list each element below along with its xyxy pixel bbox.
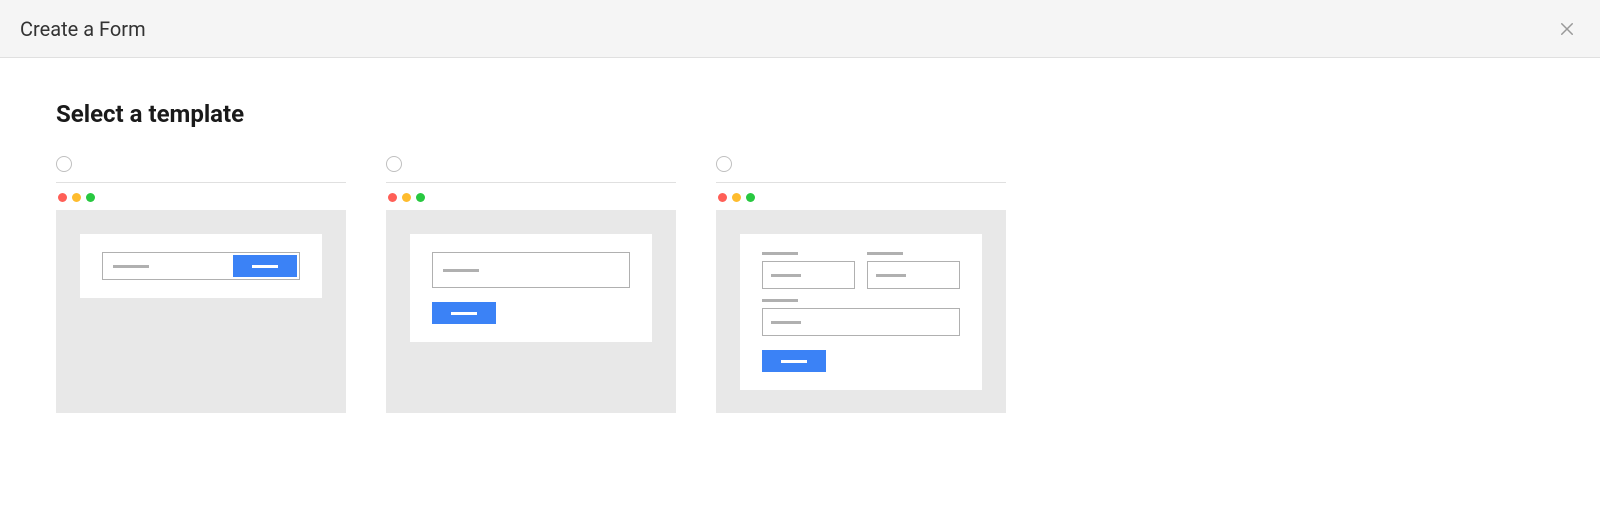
- preview-field: [867, 252, 960, 289]
- traffic-light-yellow-icon: [732, 193, 741, 202]
- button-label-line-icon: [451, 312, 477, 315]
- radio-icon[interactable]: [386, 156, 402, 172]
- preview-input: [867, 261, 960, 289]
- preview-input: [762, 261, 855, 289]
- traffic-light-red-icon: [388, 193, 397, 202]
- preview-inner: [740, 234, 982, 390]
- preview-input: [762, 308, 960, 336]
- traffic-light-yellow-icon: [72, 193, 81, 202]
- preview-button: [432, 302, 496, 324]
- traffic-light-red-icon: [58, 193, 67, 202]
- preview-button: [233, 255, 297, 277]
- preview-button: [762, 350, 826, 372]
- placeholder-line-icon: [771, 274, 801, 277]
- preview-inner: [80, 234, 322, 298]
- preview-field: [762, 252, 855, 289]
- modal-content: Select a template: [0, 58, 1600, 455]
- template-option-multi[interactable]: [716, 156, 1006, 413]
- templates-row: [56, 156, 1544, 413]
- label-line-icon: [762, 299, 798, 302]
- button-label-line-icon: [252, 265, 278, 268]
- preview-input: [103, 265, 231, 268]
- template-preview: [56, 210, 346, 413]
- template-radio-row: [56, 156, 346, 183]
- preview-field: [762, 299, 960, 336]
- traffic-light-green-icon: [416, 193, 425, 202]
- traffic-light-red-icon: [718, 193, 727, 202]
- template-option-stacked[interactable]: [386, 156, 676, 413]
- placeholder-line-icon: [113, 265, 149, 268]
- preview-form-row: [762, 252, 960, 289]
- preview-input: [432, 252, 630, 288]
- radio-icon[interactable]: [716, 156, 732, 172]
- close-button[interactable]: [1554, 16, 1580, 42]
- close-icon: [1558, 20, 1576, 38]
- template-preview: [386, 210, 676, 413]
- window-traffic-lights: [716, 191, 1006, 210]
- template-preview: [716, 210, 1006, 413]
- placeholder-line-icon: [876, 274, 906, 277]
- template-radio-row: [386, 156, 676, 183]
- traffic-light-yellow-icon: [402, 193, 411, 202]
- radio-icon[interactable]: [56, 156, 72, 172]
- modal-title: Create a Form: [20, 17, 146, 41]
- window-traffic-lights: [56, 191, 346, 210]
- window-traffic-lights: [386, 191, 676, 210]
- preview-form-grid: [762, 252, 960, 372]
- template-option-inline[interactable]: [56, 156, 346, 413]
- label-line-icon: [867, 252, 903, 255]
- traffic-light-green-icon: [746, 193, 755, 202]
- modal-header: Create a Form: [0, 0, 1600, 58]
- preview-inline-input-group: [102, 252, 300, 280]
- preview-inner: [410, 234, 652, 342]
- traffic-light-green-icon: [86, 193, 95, 202]
- section-title: Select a template: [56, 100, 1544, 128]
- placeholder-line-icon: [443, 269, 479, 272]
- template-radio-row: [716, 156, 1006, 183]
- button-label-line-icon: [781, 360, 807, 363]
- placeholder-line-icon: [771, 321, 801, 324]
- label-line-icon: [762, 252, 798, 255]
